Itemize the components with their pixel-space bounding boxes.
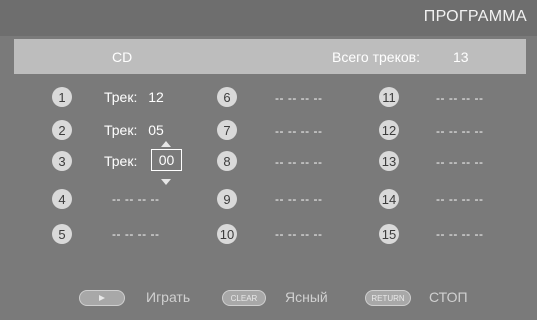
slot-number-10: 10	[217, 224, 237, 244]
slot-number-6: 6	[217, 87, 237, 107]
return-button[interactable]: RETURN	[365, 290, 411, 306]
clear-button[interactable]: CLEAR	[222, 290, 266, 306]
slot-number-12: 12	[379, 120, 399, 140]
slot-1-entry[interactable]: Трек: 12	[104, 89, 164, 105]
slot-number-15: 15	[379, 224, 399, 244]
slot-7-empty[interactable]: -- -- -- --	[275, 124, 322, 138]
slot-number-2: 2	[52, 120, 72, 140]
track-value: 12	[148, 89, 164, 105]
return-key-label: RETURN	[371, 293, 405, 303]
info-bar: CD Всего треков: 13	[14, 39, 526, 74]
program-screen: ПРОГРАММА CD Всего треков: 13 1 Трек: 12…	[0, 0, 537, 320]
slot-number-5: 5	[52, 224, 72, 244]
arrow-down-icon[interactable]	[161, 179, 171, 185]
track-label: Трек:	[104, 153, 138, 169]
slot-number-14: 14	[379, 189, 399, 209]
slot-9-empty[interactable]: -- -- -- --	[275, 192, 322, 206]
disc-type: CD	[112, 49, 133, 65]
slot-15-empty[interactable]: -- -- -- --	[436, 227, 483, 241]
slot-number-8: 8	[217, 151, 237, 171]
slot-number-11: 11	[379, 87, 399, 107]
slot-5-empty[interactable]: -- -- -- --	[112, 227, 159, 241]
track-edit-value: 00	[158, 152, 175, 168]
total-tracks-count: 13	[453, 49, 469, 65]
play-icon	[99, 295, 105, 301]
track-label: Трек:	[104, 122, 138, 138]
slot-4-empty[interactable]: -- -- -- --	[112, 192, 159, 206]
slot-13-empty[interactable]: -- -- -- --	[436, 155, 483, 169]
slot-number-3: 3	[52, 151, 72, 171]
slot-2-entry[interactable]: Трек: 05	[104, 122, 164, 138]
slot-6-empty[interactable]: -- -- -- --	[275, 91, 322, 105]
track-edit-field[interactable]: 00	[151, 149, 182, 171]
slot-8-empty[interactable]: -- -- -- --	[275, 155, 322, 169]
slot-14-empty[interactable]: -- -- -- --	[436, 192, 483, 206]
slot-10-empty[interactable]: -- -- -- --	[275, 227, 322, 241]
slot-number-9: 9	[217, 189, 237, 209]
track-value: 05	[148, 122, 164, 138]
slot-3-entry[interactable]: Трек:	[104, 153, 137, 169]
slot-number-7: 7	[217, 120, 237, 140]
track-label: Трек:	[104, 89, 138, 105]
slot-12-empty[interactable]: -- -- -- --	[436, 124, 483, 138]
play-label: Играть	[146, 289, 191, 305]
clear-label: Ясный	[285, 289, 328, 305]
play-button[interactable]	[79, 290, 125, 306]
clear-key-label: CLEAR	[230, 293, 258, 303]
total-tracks-label: Всего треков:	[332, 49, 420, 65]
slot-number-13: 13	[379, 151, 399, 171]
slot-number-4: 4	[52, 189, 72, 209]
arrow-up-icon[interactable]	[161, 141, 171, 147]
slot-number-1: 1	[52, 87, 72, 107]
slot-11-empty[interactable]: -- -- -- --	[436, 91, 483, 105]
title-bar: ПРОГРАММА	[0, 0, 537, 36]
page-title: ПРОГРАММА	[423, 8, 527, 25]
stop-label: СТОП	[429, 289, 468, 305]
